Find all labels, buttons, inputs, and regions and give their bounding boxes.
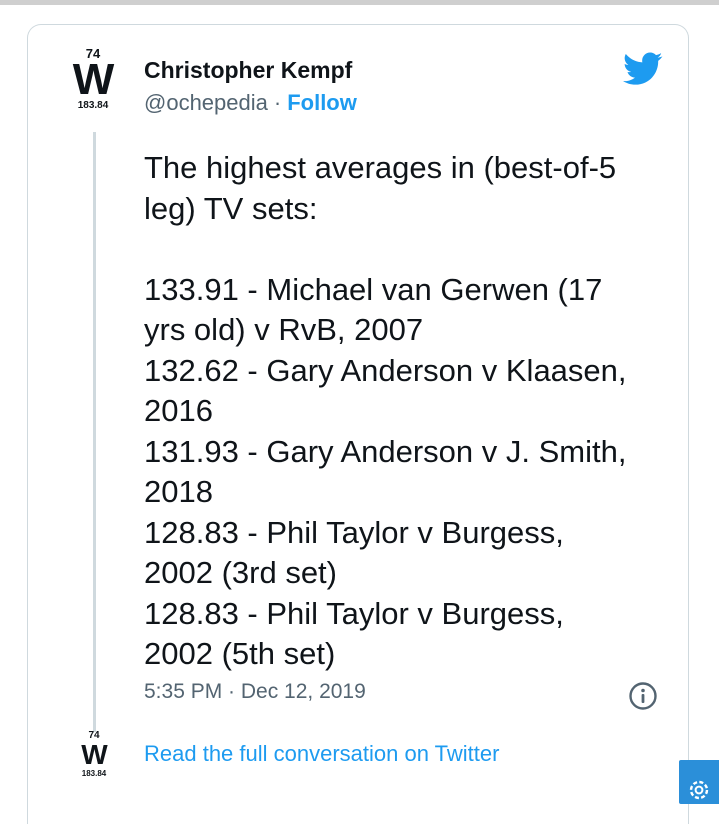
follow-button[interactable]: Follow xyxy=(287,90,357,115)
tweet-text-line: 128.83 - Phil Taylor v Burgess, xyxy=(144,514,564,550)
thread-connector-line xyxy=(93,132,96,732)
author-avatar[interactable]: 74 W 183.84 xyxy=(63,47,123,111)
top-divider xyxy=(0,0,719,5)
conversation-avatar[interactable]: 74 W 183.84 xyxy=(71,731,117,779)
author-handle-row: @ochepedia · Follow xyxy=(144,90,357,116)
avatar-symbol: W xyxy=(72,55,115,104)
tweet-text-line: 133.91 - Michael van Gerwen (17 xyxy=(144,271,603,307)
read-conversation-link[interactable]: Read the full conversation on Twitter xyxy=(144,741,499,767)
tweet-text-line: 2002 (3rd set) xyxy=(144,555,337,590)
tweet-text-line: 131.93 - Gary Anderson v J. Smith, xyxy=(144,433,627,469)
avatar-symbol: W xyxy=(81,739,107,770)
tweet-timestamp[interactable]: 5:35 PM · Dec 12, 2019 xyxy=(144,680,366,704)
avatar-atomic-mass: 183.84 xyxy=(81,769,107,778)
tweet-text-line: yrs old) v RvB, 2007 xyxy=(144,312,424,347)
separator-dot: · xyxy=(273,90,282,115)
tweet-body: The highest averages in (best-of-5 leg) … xyxy=(144,148,664,675)
tweet-text-line: 132.62 - Gary Anderson v Klaasen, xyxy=(144,352,627,388)
twitter-bird-icon[interactable] xyxy=(623,52,663,86)
avatar-atomic-mass: 183.84 xyxy=(77,100,109,111)
tweet-text-line: The highest averages in (best-of-5 xyxy=(144,150,617,185)
author-name[interactable]: Christopher Kempf xyxy=(144,57,352,84)
info-icon[interactable] xyxy=(628,681,658,711)
tweet-text-line: 2016 xyxy=(144,393,213,428)
tweet-text-line: 2018 xyxy=(144,474,213,509)
author-handle[interactable]: @ochepedia xyxy=(144,90,268,115)
tweet-text-line: 128.83 - Phil Taylor v Burgess, xyxy=(144,595,564,631)
tweet-text-line: leg) TV sets: xyxy=(144,190,318,226)
settings-button[interactable] xyxy=(679,760,719,804)
tweet-text-line: 2002 (5th set) xyxy=(144,636,336,671)
